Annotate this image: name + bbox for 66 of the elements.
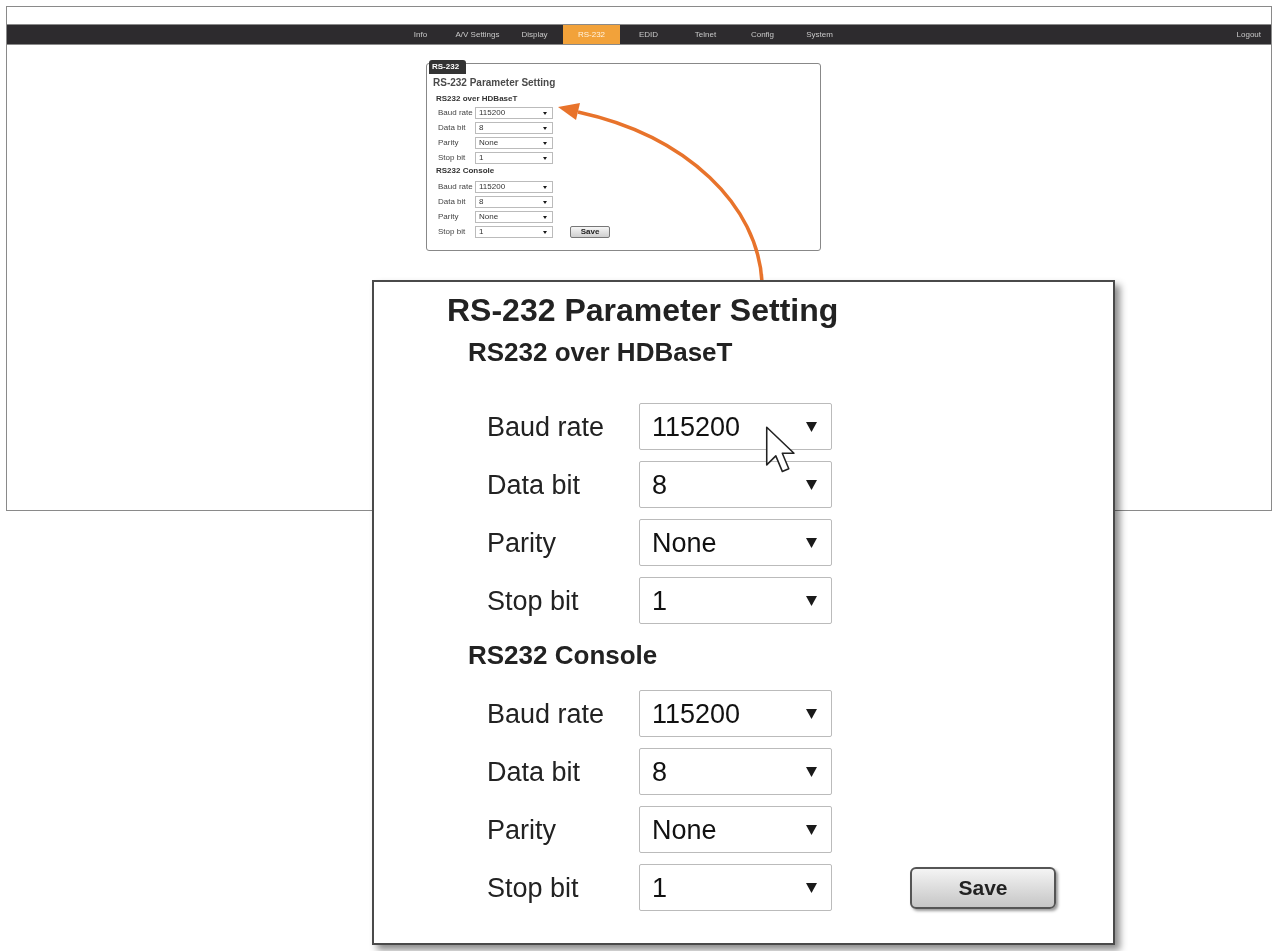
field-label: Parity <box>487 813 558 846</box>
caret-icon <box>543 126 547 130</box>
field-label: Stop bit <box>487 584 580 617</box>
dropdown[interactable]: None <box>639 519 832 566</box>
field-label: Data bit <box>438 123 467 133</box>
caret-icon <box>806 882 817 893</box>
caret-icon <box>543 215 547 219</box>
caret-icon <box>806 708 817 719</box>
nav-tab[interactable]: EDID <box>620 25 677 44</box>
field-label: Baud rate <box>487 697 606 730</box>
dropdown[interactable]: 1 <box>639 864 832 911</box>
panel-legend: RS-232 <box>429 60 466 74</box>
field-label: Stop bit <box>438 227 467 237</box>
dropdown[interactable]: None <box>639 806 832 853</box>
panel-title: RS-232 Parameter Setting <box>447 291 839 330</box>
field-label: Parity <box>438 138 460 148</box>
nav-tab[interactable]: Telnet <box>677 25 734 44</box>
field-label: Data bit <box>487 468 582 501</box>
dropdown[interactable]: 8 <box>475 122 553 134</box>
field-label: Parity <box>487 526 558 559</box>
caret-icon <box>543 111 547 115</box>
section-heading: RS232 over HDBaseT <box>468 337 733 367</box>
caret-icon <box>806 766 817 777</box>
section-heading: RS232 over HDBaseT <box>436 94 518 104</box>
save-button[interactable]: Save <box>910 866 1056 909</box>
dropdown[interactable]: 8 <box>639 461 832 508</box>
save-button[interactable]: Save <box>570 226 610 238</box>
field-label: Baud rate <box>438 182 474 192</box>
nav-tab[interactable]: System <box>791 25 848 44</box>
caret-icon <box>543 200 547 204</box>
caret-icon <box>543 185 547 189</box>
caret-icon <box>543 230 547 234</box>
section-heading: RS232 Console <box>468 640 658 670</box>
caret-icon <box>806 824 817 835</box>
dropdown[interactable]: 1 <box>639 577 832 624</box>
dropdown[interactable]: 1 <box>475 226 553 238</box>
dropdown[interactable]: 1 <box>475 152 553 164</box>
dropdown[interactable]: 8 <box>639 748 832 795</box>
logout-link[interactable]: Logout <box>1236 30 1261 39</box>
dropdown[interactable]: 115200 <box>639 403 832 450</box>
caret-icon <box>806 421 817 432</box>
field-label: Parity <box>438 212 460 222</box>
dropdown[interactable]: 115200 <box>639 690 832 737</box>
field-label: Baud rate <box>487 410 606 443</box>
field-label: Data bit <box>438 197 467 207</box>
field-label: Baud rate <box>438 108 474 118</box>
dropdown[interactable]: None <box>475 137 553 149</box>
dropdown[interactable]: 115200 <box>475 181 553 193</box>
pointer-cursor-icon <box>765 426 797 474</box>
dropdown[interactable]: 115200 <box>475 107 553 119</box>
nav-tab[interactable]: A/V Settings <box>449 25 506 44</box>
field-label: Stop bit <box>487 871 580 904</box>
section-heading: RS232 Console <box>436 166 495 176</box>
field-label: Stop bit <box>438 153 467 163</box>
caret-icon <box>543 141 547 145</box>
caret-icon <box>806 595 817 606</box>
dropdown[interactable]: 8 <box>475 196 553 208</box>
caret-icon <box>543 156 547 160</box>
field-label: Data bit <box>487 755 582 788</box>
nav-tab[interactable]: Config <box>734 25 791 44</box>
nav-tab[interactable]: Display <box>506 25 563 44</box>
panel-title: RS-232 Parameter Setting <box>433 77 556 89</box>
caret-icon <box>806 479 817 490</box>
dropdown[interactable]: None <box>475 211 553 223</box>
caret-icon <box>806 537 817 548</box>
nav-tab[interactable]: Info <box>392 25 449 44</box>
